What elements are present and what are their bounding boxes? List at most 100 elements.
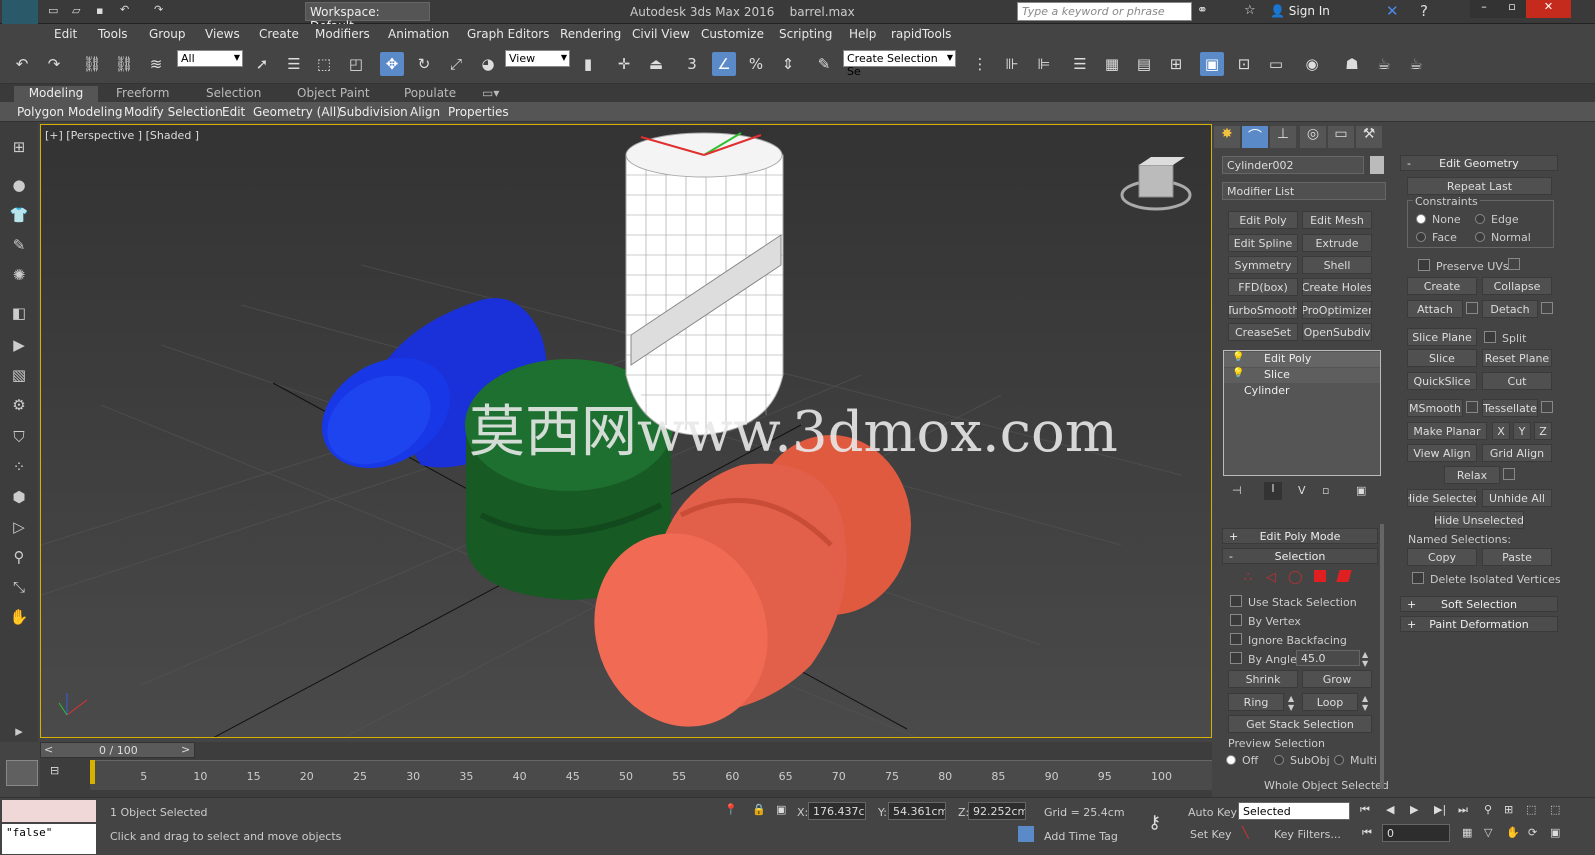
- maximize-toggle-icon[interactable]: ▣: [1550, 826, 1560, 839]
- next-frame-icon[interactable]: ▶|: [1434, 803, 1446, 816]
- remove-modifier-icon[interactable]: ▫: [1322, 484, 1329, 497]
- stack-item-cylinder[interactable]: Cylinder: [1224, 384, 1380, 399]
- expand-arrow-icon[interactable]: ▸: [8, 720, 30, 742]
- render-icon[interactable]: ◉: [1300, 52, 1324, 76]
- field-of-view-icon[interactable]: ▽: [1484, 826, 1492, 839]
- absolute-mode-icon[interactable]: ▣: [776, 803, 786, 816]
- preview-subobj-radio[interactable]: SubObj: [1274, 754, 1330, 767]
- modifier-symmetry-button[interactable]: Symmetry: [1228, 256, 1298, 274]
- play-icon[interactable]: ▷: [8, 516, 30, 538]
- shrink-button[interactable]: Shrink: [1228, 670, 1298, 688]
- ribbon-options-icon[interactable]: ▭▾: [482, 86, 499, 100]
- tab-object-paint[interactable]: Object Paint: [297, 86, 370, 100]
- edge-mode-icon[interactable]: ◁: [1266, 570, 1276, 585]
- planar-x-button[interactable]: X: [1492, 422, 1510, 440]
- time-tag-icon[interactable]: [1018, 826, 1034, 842]
- unlink-icon[interactable]: ⛓: [112, 52, 136, 76]
- relax-button[interactable]: Relax: [1444, 466, 1500, 484]
- edit-geometry-rollout[interactable]: - Edit Geometry: [1400, 155, 1558, 171]
- ribbon-properties[interactable]: Properties: [448, 105, 509, 119]
- gear-icon[interactable]: ⚙: [8, 394, 30, 416]
- graphite-toggle-icon[interactable]: ▦: [1100, 52, 1124, 76]
- paste-button[interactable]: Paste: [1482, 548, 1552, 566]
- repeat-last-button[interactable]: Repeat Last: [1407, 177, 1552, 195]
- menu-customize[interactable]: Customize: [701, 27, 764, 41]
- tab-populate[interactable]: Populate: [404, 86, 456, 100]
- show-end-result-icon[interactable]: I: [1264, 482, 1282, 500]
- x-coordinate-field[interactable]: 176.437cm: [808, 802, 866, 820]
- menu-civil-view[interactable]: Civil View: [632, 27, 690, 41]
- cut-button[interactable]: Cut: [1482, 372, 1552, 390]
- by-vertex-checkbox[interactable]: By Vertex: [1230, 614, 1301, 628]
- time-slider[interactable]: < 0 / 100 >: [40, 742, 195, 758]
- edit-poly-mode-rollout[interactable]: + Edit Poly Mode: [1222, 528, 1378, 544]
- polygon-mode-icon[interactable]: [1314, 570, 1326, 582]
- filter-icon[interactable]: ▧: [8, 364, 30, 386]
- go-to-start-icon[interactable]: ⏮: [1360, 803, 1370, 817]
- rectangular-selection-icon[interactable]: ⬚: [312, 52, 336, 76]
- new-file-icon[interactable]: ▭: [48, 4, 58, 17]
- maximize-button[interactable]: ▫: [1498, 0, 1526, 18]
- previous-frame-icon[interactable]: ◀: [1386, 803, 1394, 816]
- menu-tools[interactable]: Tools: [98, 27, 128, 41]
- menu-graph-editors[interactable]: Graph Editors: [467, 27, 549, 41]
- menu-help[interactable]: Help: [849, 27, 876, 41]
- mirror-axis-icon[interactable]: ⊪: [1000, 52, 1024, 76]
- ribbon-edit[interactable]: Edit: [222, 105, 245, 119]
- zoom-icon[interactable]: ⚲: [8, 546, 30, 568]
- exchange-icon[interactable]: ✕: [1386, 2, 1399, 20]
- unhide-all-button[interactable]: Unhide All: [1482, 489, 1552, 507]
- msmooth-button[interactable]: MSmooth: [1407, 399, 1463, 417]
- slice-button[interactable]: Slice: [1407, 349, 1477, 367]
- modifier-turbosmooth-button[interactable]: TurboSmooth: [1228, 301, 1298, 319]
- collapse-button[interactable]: Collapse: [1482, 277, 1552, 295]
- modifier-ffd-box-button[interactable]: FFD(box): [1228, 278, 1298, 296]
- reset-plane-button[interactable]: Reset Plane: [1482, 349, 1552, 367]
- make-unique-icon[interactable]: V: [1298, 484, 1306, 497]
- maxscript-output[interactable]: "false": [2, 824, 96, 854]
- align-icon[interactable]: ⊫: [1032, 52, 1056, 76]
- undo-icon[interactable]: ↶: [10, 52, 34, 76]
- zoom-all-icon[interactable]: ⊞: [1504, 803, 1513, 816]
- configure-sets-icon[interactable]: ▣: [1356, 484, 1366, 497]
- vertex-mode-icon[interactable]: ∴: [1244, 570, 1252, 585]
- stack-item-slice[interactable]: Slice: [1224, 368, 1380, 383]
- pin-stack-icon[interactable]: ⊣: [1232, 484, 1242, 497]
- link-icon[interactable]: ⛓: [80, 52, 104, 76]
- stack-item-edit-poly[interactable]: Edit Poly: [1224, 352, 1380, 367]
- next-frame-arrow[interactable]: >: [181, 743, 190, 756]
- menu-edit[interactable]: Edit: [54, 27, 77, 41]
- frame-marker[interactable]: [90, 760, 95, 784]
- hide-selected-button[interactable]: Hide Selected: [1407, 489, 1477, 507]
- view-cube[interactable]: [1120, 157, 1192, 211]
- perspective-viewport[interactable]: [+] [Perspective ] [Shaded ] 莫西网www.3dmo…: [40, 124, 1212, 738]
- render-setup-icon[interactable]: ⊡: [1232, 52, 1256, 76]
- axis-icon[interactable]: ⤡: [8, 576, 30, 598]
- object-color-swatch[interactable]: [1370, 156, 1384, 174]
- modifier-extrude-button[interactable]: Extrude: [1302, 234, 1372, 252]
- select-by-name-icon[interactable]: ☰: [282, 52, 306, 76]
- orbit-icon[interactable]: ⟳: [1528, 826, 1537, 839]
- manipulate-icon[interactable]: ✛: [612, 52, 636, 76]
- menu-animation[interactable]: Animation: [388, 27, 449, 41]
- star-icon[interactable]: ☆: [1244, 3, 1256, 18]
- redo-icon[interactable]: ↷: [154, 3, 163, 16]
- utilities-tab-icon[interactable]: ⚒: [1356, 126, 1382, 148]
- track-view-icon[interactable]: ◧: [8, 302, 30, 324]
- zoom-extents-icon[interactable]: ⚲: [1484, 803, 1492, 816]
- select-scale-icon[interactable]: ⤢: [444, 52, 468, 76]
- add-time-tag-button[interactable]: Add Time Tag: [1044, 830, 1118, 843]
- go-to-end-icon[interactable]: ⏭: [1458, 803, 1468, 817]
- time-config-icon[interactable]: ▦: [1462, 826, 1472, 839]
- lock-selection-icon[interactable]: 🔒: [752, 803, 766, 816]
- border-mode-icon[interactable]: ◯: [1288, 570, 1303, 585]
- constraint-normal-radio[interactable]: Normal: [1475, 231, 1531, 244]
- get-stack-selection-button[interactable]: Get Stack Selection: [1228, 715, 1372, 733]
- z-coordinate-field[interactable]: 92.252cm: [968, 802, 1026, 820]
- reference-coordinate-dropdown[interactable]: View: [505, 50, 570, 67]
- angle-spinner[interactable]: ▲ ▼: [1362, 650, 1368, 668]
- key-mode-dropdown[interactable]: Selected: [1238, 802, 1350, 820]
- preserve-uvs-settings-icon[interactable]: [1508, 258, 1520, 270]
- keyboard-shortcut-icon[interactable]: ⏏: [644, 52, 668, 76]
- create-button[interactable]: Create: [1407, 277, 1477, 295]
